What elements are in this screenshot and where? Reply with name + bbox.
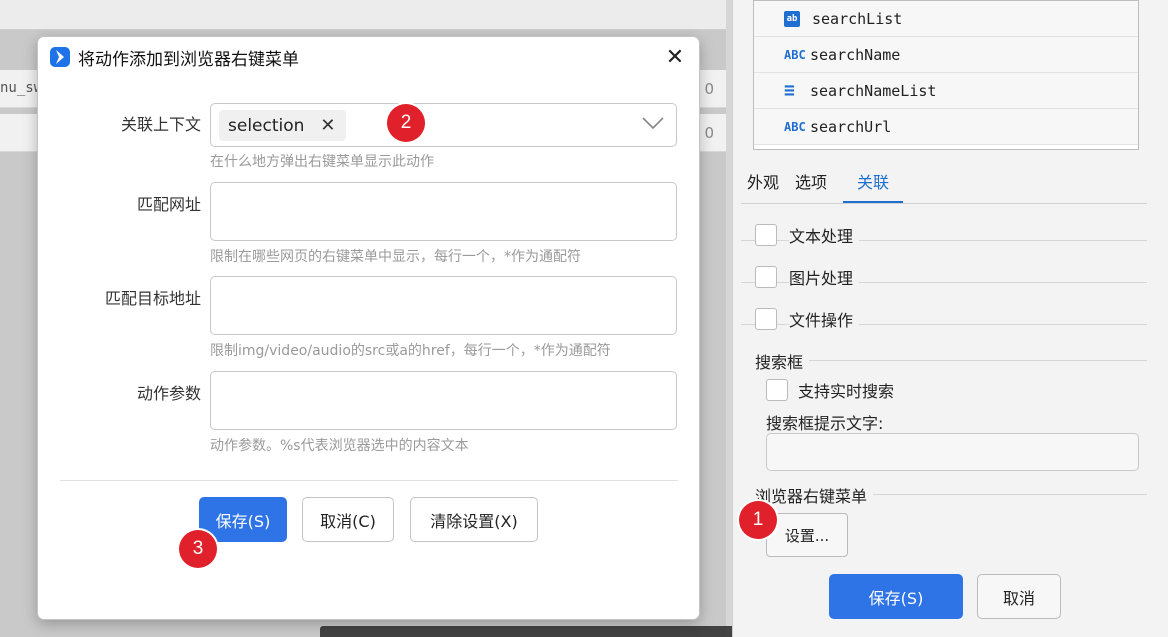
list-item[interactable]: ABC searchUrl <box>754 109 1138 145</box>
clear-settings-button[interactable]: 清除设置(X) <box>410 497 538 542</box>
search-hint-label: 搜索框提示文字: <box>766 414 884 433</box>
list-icon: ≡ <box>784 80 795 101</box>
section-divider <box>755 360 1147 361</box>
background-cell-number: 0 <box>704 124 714 142</box>
match-url-hint: 限制在哪些网页的右键菜单中显示，每行一个，*作为通配符 <box>210 249 581 265</box>
match-target-textarea[interactable] <box>210 276 677 335</box>
text-processing-checkbox[interactable] <box>755 224 777 246</box>
chevron-down-icon[interactable] <box>642 115 664 131</box>
background-dark-strip <box>320 626 780 637</box>
dialog-titlebar: 将动作添加到浏览器右键菜单 <box>38 37 699 77</box>
context-label: 关联上下文 <box>120 115 201 134</box>
list-item-label: searchName <box>810 45 901 64</box>
tab-association[interactable]: 关联 <box>843 165 904 204</box>
match-target-hint: 限制img/video/audio的src或a的href，每行一个，*作为通配符 <box>210 343 611 359</box>
match-url-label: 匹配网址 <box>136 195 201 214</box>
list-item[interactable]: ABC searchName <box>754 37 1138 73</box>
realtime-search-row[interactable]: 支持实时搜索 <box>766 378 894 402</box>
background-cell-number: 0 <box>704 80 714 98</box>
list-item[interactable]: ≡ searchNameList <box>754 73 1138 109</box>
context-menu-settings-button[interactable]: 设置... <box>766 513 848 557</box>
list-item-label: searchUrl <box>810 117 892 136</box>
checkbox-label: 文件操作 <box>789 307 860 331</box>
realtime-search-checkbox[interactable] <box>766 379 788 401</box>
selection-tag: selection ✕ <box>219 110 346 141</box>
step-marker-2: 2 <box>387 104 425 142</box>
match-url-textarea[interactable] <box>210 182 677 241</box>
checkbox-row-image[interactable]: 图片处理 <box>741 263 1147 291</box>
app-logo-icon <box>50 47 70 67</box>
text-type-icon: ABC <box>784 47 806 62</box>
step-marker-3: 3 <box>179 530 217 568</box>
context-menu-dialog: 将动作添加到浏览器右键菜单 ✕ 关联上下文 selection ✕ 在什么地方弹… <box>37 36 700 620</box>
search-section-title: 搜索框 <box>755 349 810 373</box>
list-type-icon: ab <box>784 10 800 27</box>
context-hint: 在什么地方弹出右键菜单显示此动作 <box>210 154 434 170</box>
cancel-button[interactable]: 取消(C) <box>302 497 394 542</box>
save-button[interactable]: 保存(S) <box>199 497 287 542</box>
tag-remove-icon[interactable]: ✕ <box>320 115 335 136</box>
dialog-divider <box>60 480 678 481</box>
checkbox-row-text[interactable]: 文本处理 <box>741 221 1147 249</box>
background-cell-text: nu_sw <box>0 80 43 96</box>
list-item-label: searchNameList <box>810 81 937 100</box>
close-icon[interactable]: ✕ <box>663 45 687 70</box>
panel-save-button[interactable]: 保存(S) <box>829 574 963 619</box>
action-params-label: 动作参数 <box>136 384 201 403</box>
checkbox-label: 文本处理 <box>789 223 860 247</box>
image-processing-checkbox[interactable] <box>755 266 777 288</box>
context-menu-section-title: 浏览器右键菜单 <box>755 483 874 507</box>
realtime-search-label: 支持实时搜索 <box>798 382 895 401</box>
context-select[interactable]: selection ✕ <box>210 103 677 147</box>
tab-divider <box>741 203 1147 204</box>
panel-cancel-button[interactable]: 取消 <box>977 574 1061 619</box>
step-marker-1: 1 <box>739 501 777 539</box>
text-type-icon: ABC <box>784 119 806 134</box>
action-params-textarea[interactable] <box>210 371 677 430</box>
list-item-label: searchList <box>812 9 903 28</box>
action-params-hint: 动作参数。%s代表浏览器选中的内容文本 <box>210 438 469 454</box>
match-target-label: 匹配目标地址 <box>104 289 201 308</box>
checkbox-row-file[interactable]: 文件操作 <box>741 305 1147 333</box>
tab-options[interactable]: 选项 <box>795 165 841 201</box>
properties-panel: ab searchList ABC searchName ≡ searchNam… <box>732 0 1168 637</box>
variable-list[interactable]: ab searchList ABC searchName ≡ searchNam… <box>753 0 1139 150</box>
tab-appearance[interactable]: 外观 <box>747 165 793 201</box>
list-item[interactable]: ab searchList <box>754 1 1138 37</box>
dialog-title: 将动作添加到浏览器右键菜单 <box>78 49 299 70</box>
search-hint-input[interactable] <box>766 433 1139 471</box>
checkbox-label: 图片处理 <box>789 265 860 289</box>
panel-tabs: 外观 选项 关联 <box>747 165 905 204</box>
tag-label: selection <box>228 115 305 136</box>
file-operation-checkbox[interactable] <box>755 308 777 330</box>
background-toolbar <box>0 0 726 30</box>
